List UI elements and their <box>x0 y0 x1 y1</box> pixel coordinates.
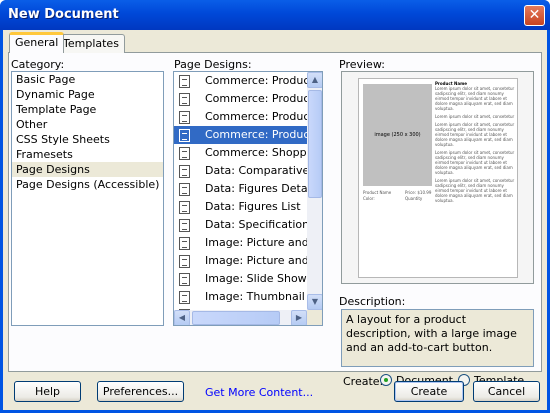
title-bar[interactable]: New Document ✕ <box>0 0 550 30</box>
page-design-item[interactable]: Commerce: Product Ca <box>174 72 307 90</box>
page-design-label: Image: Picture and Des <box>205 236 307 249</box>
document-icon <box>179 147 190 160</box>
document-icon <box>179 291 190 304</box>
page-design-label: Data: Specifications <box>205 218 307 231</box>
page-designs-label: Page Designs: <box>174 58 252 71</box>
page-design-label: Commerce: Shopping C <box>205 146 307 159</box>
category-item[interactable]: Dynamic Page <box>12 87 163 102</box>
page-design-label: Image: Thumbnail Grid <box>205 290 307 303</box>
document-icon <box>179 75 190 88</box>
get-more-content-link[interactable]: Get More Content... <box>205 386 313 399</box>
page-design-item[interactable]: Image: Picture and Des <box>174 234 307 252</box>
category-item[interactable]: Framesets <box>12 147 163 162</box>
page-design-item[interactable]: Image: Picture and Des <box>174 252 307 270</box>
preview-color: Color: <box>363 196 375 201</box>
category-item[interactable]: Other <box>12 117 163 132</box>
document-icon <box>179 93 190 106</box>
document-icon <box>179 165 190 178</box>
page-design-label: Data: Comparative Grid <box>205 164 307 177</box>
document-icon <box>179 201 190 214</box>
page-design-label: Image: Slide Show <box>205 272 307 285</box>
page-design-item[interactable]: Data: Figures List <box>174 198 307 216</box>
page-design-item[interactable]: Commerce: Product De <box>174 126 307 144</box>
category-item[interactable]: CSS Style Sheets <box>12 132 163 147</box>
preview-text-column: Product Name Lorem ipsum dolor sit amet,… <box>435 81 515 203</box>
close-button[interactable]: ✕ <box>524 5 545 26</box>
cancel-button[interactable]: Cancel <box>473 381 540 402</box>
page-design-item[interactable]: Commerce: Shopping C <box>174 144 307 162</box>
preview-price: Price: $10.99 <box>405 190 432 195</box>
preview-text-3: Lorem ipsum dolor sit amet, consetetur s… <box>435 122 515 147</box>
radio-selected-icon[interactable] <box>380 374 392 386</box>
document-icon <box>179 273 190 286</box>
document-icon <box>179 237 190 250</box>
page-design-label: Commerce: Product De <box>205 110 307 123</box>
description-text: A layout for a product description, with… <box>341 309 534 367</box>
preview-text-2: Lorem ipsum dolor sit amet, consetetur <box>435 114 515 119</box>
category-item[interactable]: Basic Page <box>12 72 163 87</box>
page-design-label: Commerce: Product Ca <box>205 74 307 87</box>
page-design-item[interactable]: Data: Specifications <box>174 216 307 234</box>
category-item[interactable]: Page Designs (Accessible) <box>12 177 163 192</box>
vertical-scroll-thumb[interactable] <box>308 90 322 198</box>
tab-templates[interactable]: Templates <box>57 34 125 53</box>
preview-product-name: Product Name <box>363 190 392 195</box>
document-icon <box>179 219 190 232</box>
category-label: Category: <box>11 58 65 71</box>
scroll-down-icon[interactable]: ▼ <box>307 294 322 310</box>
page-design-item[interactable]: Image: Thumbnail Grid <box>174 288 307 306</box>
create-button[interactable]: Create <box>394 381 464 402</box>
category-item[interactable]: Template Page <box>12 102 163 117</box>
document-icon <box>179 129 190 142</box>
page-design-item[interactable]: Data: Figures Detail <box>174 180 307 198</box>
help-button[interactable]: Help <box>14 381 81 402</box>
window-title: New Document <box>8 7 119 22</box>
horizontal-scrollbar[interactable]: ◀ ▶ <box>174 310 307 325</box>
preview-image-placeholder: image (250 x 300) <box>363 84 432 186</box>
preferences-button[interactable]: Preferences... <box>97 381 184 402</box>
page-designs-rows: Commerce: Product Ca Commerce: Product Ca… <box>174 72 307 310</box>
page-design-label: Image: Picture and Des <box>205 254 307 267</box>
preview-label: Preview: <box>339 58 385 71</box>
tab-general[interactable]: General <box>9 32 65 53</box>
scroll-up-icon[interactable]: ▲ <box>307 72 322 88</box>
dialog-body: General Templates Category: Basic Page Dy… <box>3 30 547 410</box>
preview-quantity: Quantity <box>405 196 423 201</box>
page-design-label: Commerce: Product De <box>205 128 307 141</box>
scroll-right-icon[interactable]: ▶ <box>291 310 307 325</box>
page-design-item[interactable]: Data: Comparative Grid <box>174 162 307 180</box>
page-design-label: Data: Figures Detail <box>205 182 307 195</box>
preview-text-5: Lorem ipsum dolor sit amet, consetetur s… <box>435 178 515 203</box>
create-label: Create: <box>343 375 384 388</box>
description-label: Description: <box>339 295 406 308</box>
category-item[interactable]: Page Designs <box>12 162 163 177</box>
dialog-window: New Document ✕ General Templates Categor… <box>0 0 550 413</box>
page-design-label: Data: Figures List <box>205 200 301 213</box>
document-icon <box>179 111 190 124</box>
preview-text-1: Lorem ipsum dolor sit amet, consetetur s… <box>435 86 515 111</box>
page-designs-list[interactable]: Commerce: Product Ca Commerce: Product Ca… <box>173 71 323 326</box>
preview-text-4: Lorem ipsum dolor sit amet, consetetur s… <box>435 150 515 175</box>
page-design-label: Commerce: Product Ca <box>205 92 307 105</box>
vertical-scrollbar[interactable]: ▲ ▼ <box>307 72 322 310</box>
preview-page: image (250 x 300) Product Name Price: $1… <box>358 78 518 278</box>
preview-pane: image (250 x 300) Product Name Price: $1… <box>341 71 534 284</box>
document-icon <box>179 255 190 268</box>
page-design-item[interactable]: Commerce: Product De <box>174 108 307 126</box>
page-design-item[interactable]: Commerce: Product Ca <box>174 90 307 108</box>
horizontal-scroll-thumb[interactable] <box>192 311 280 325</box>
scroll-corner <box>307 310 322 325</box>
page-design-item[interactable]: Image: Slide Show <box>174 270 307 288</box>
scroll-left-icon[interactable]: ◀ <box>174 310 190 325</box>
category-list[interactable]: Basic Page Dynamic Page Template Page Other… <box>11 71 164 326</box>
document-icon <box>179 183 190 196</box>
